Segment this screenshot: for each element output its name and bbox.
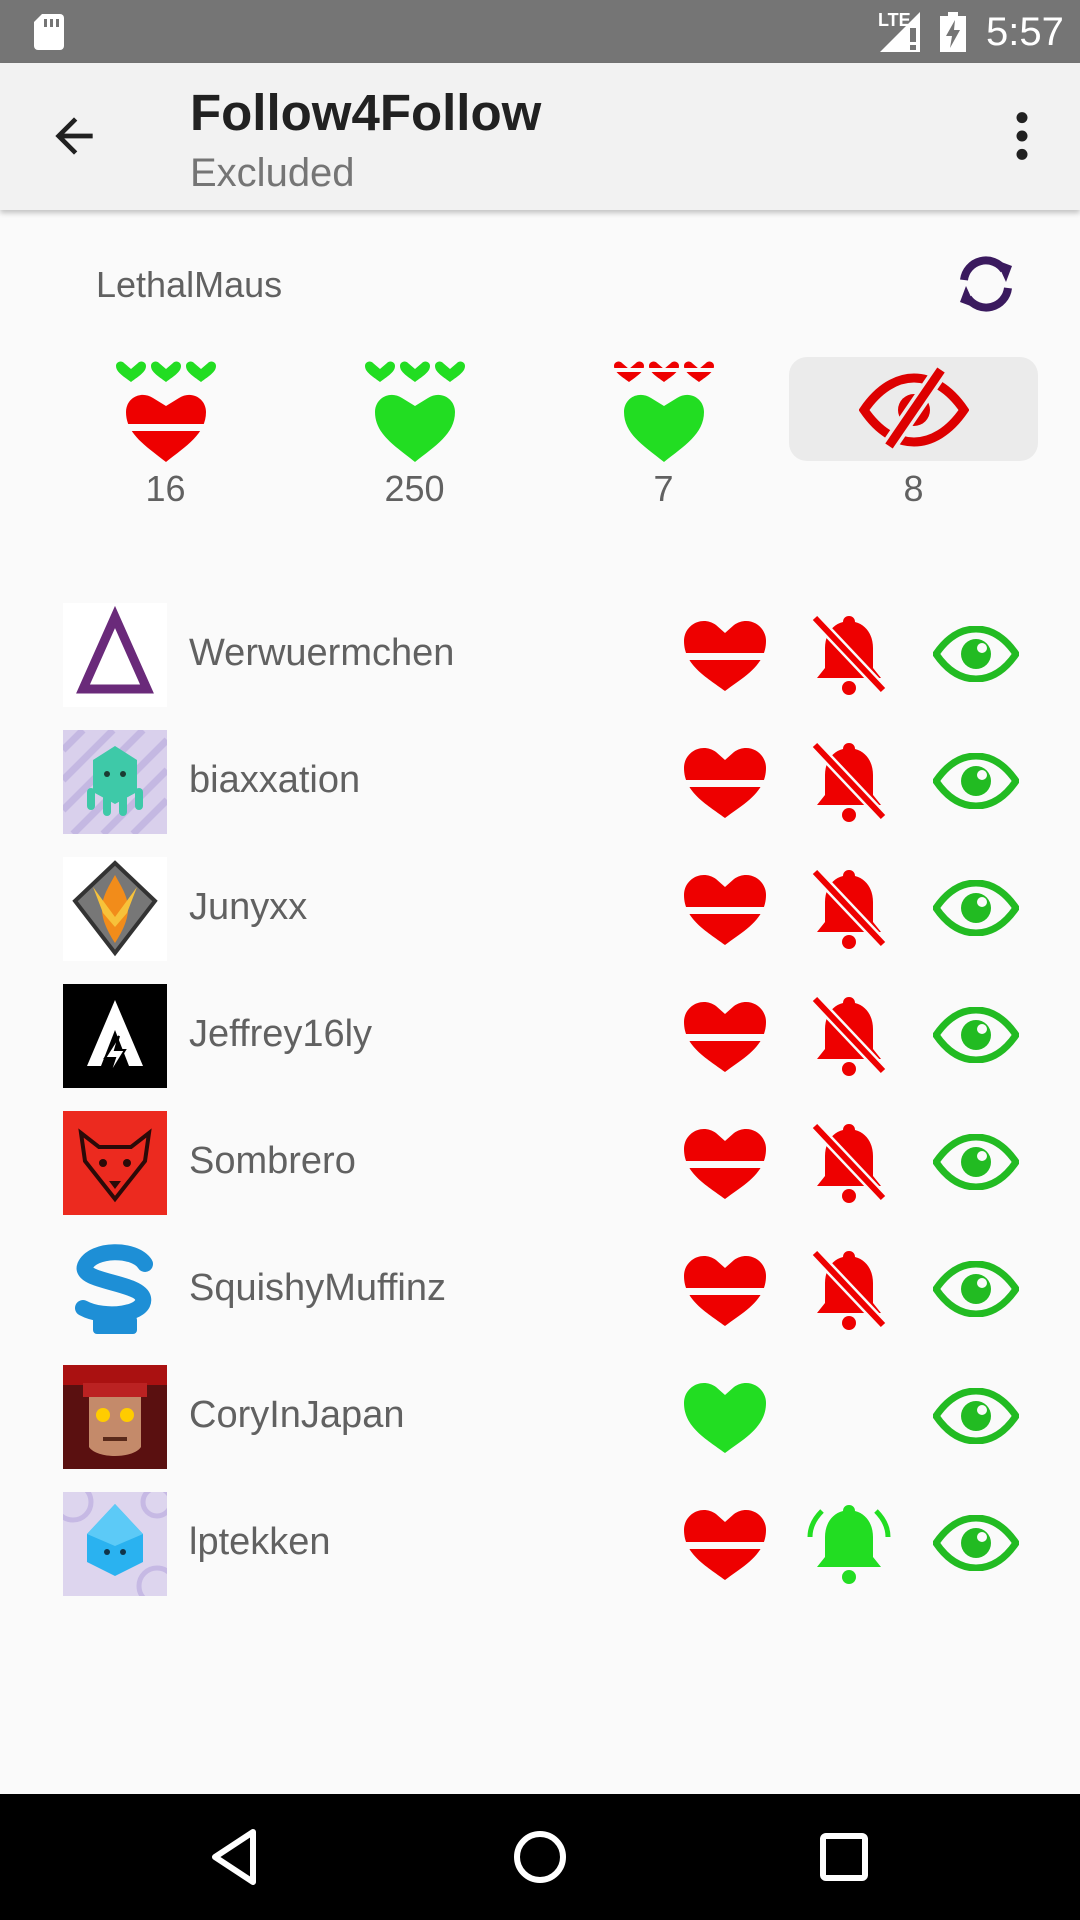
network-type: LTE [878,10,911,30]
home-circle-icon[interactable] [507,1824,573,1890]
eye-off-icon [858,365,969,451]
red-heart-icon [682,874,768,945]
red-heart-three-green-hearts-icon [115,361,216,462]
eye-icon [933,626,1019,682]
avatar [63,1111,167,1215]
hide-user-button[interactable] [926,1493,1026,1593]
red-heart-icon [682,1255,768,1326]
notifications-toggle[interactable] [799,858,899,958]
list-item[interactable]: lptekken [0,1481,1080,1608]
user-name: Junyxx [189,886,308,928]
back-arrow-icon[interactable] [46,108,102,164]
back-triangle-icon[interactable] [203,1824,269,1890]
stat-mutual[interactable]: 250 [290,350,539,520]
avatar [63,1238,167,1342]
clock: 5:57 [986,10,1064,54]
eye-icon [933,880,1019,936]
list-item[interactable]: biaxxation [0,719,1080,846]
list-item[interactable]: Sombrero [0,1100,1080,1227]
bell-off-icon [811,741,887,822]
eye-icon [933,1134,1019,1190]
stat-count: 16 [145,468,186,509]
hide-user-button[interactable] [926,1112,1026,1212]
bell-off-icon [811,614,887,695]
bell-off-icon [811,995,887,1076]
stat-count: 8 [903,468,924,509]
bell-off-icon [811,868,887,949]
stats-row: 16 250 7 8 [0,350,1080,520]
hide-user-button[interactable] [926,1239,1026,1339]
user-name: CoryInJapan [189,1394,405,1436]
notifications-toggle[interactable] [799,731,899,831]
avatar [63,1492,167,1596]
unfollow-button[interactable] [675,604,775,704]
notifications-toggle[interactable] [799,1112,899,1212]
user-name: Jeffrey16ly [189,1013,373,1055]
notifications-toggle[interactable] [799,1493,899,1593]
list-item[interactable]: Junyxx [0,846,1080,973]
user-name: lptekken [189,1521,331,1563]
green-heart-three-green-hearts-icon [364,361,465,462]
navigation-bar [0,1794,1080,1920]
stat-followers-not-followed[interactable]: 16 [41,350,290,520]
eye-icon [933,1515,1019,1571]
red-heart-icon [682,1509,768,1580]
stat-count: 7 [653,468,674,509]
hide-user-button[interactable] [926,985,1026,1085]
stat-count: 250 [384,468,445,509]
eye-icon [933,1261,1019,1317]
app-bar: Follow4Follow Excluded [0,63,1080,210]
unfollow-button[interactable] [675,1493,775,1593]
bell-off-icon [811,1122,887,1203]
user-name: Werwuermchen [189,632,455,674]
eye-icon [933,1388,1019,1444]
battery-charging-icon [940,12,966,52]
sd-card-icon [34,14,64,50]
avatar [63,603,167,707]
notifications-toggle[interactable] [799,1239,899,1339]
page-title: Follow4Follow [190,84,542,141]
recents-square-icon[interactable] [811,1824,877,1890]
green-heart-icon [684,1382,766,1453]
avatar [63,730,167,834]
follow-status-button[interactable] [675,1366,775,1466]
account-name: LethalMaus [96,264,283,305]
hide-user-button[interactable] [926,1366,1026,1466]
user-name: SquishyMuffinz [189,1267,446,1309]
notifications-toggle[interactable] [799,604,899,704]
unfollow-button[interactable] [675,731,775,831]
unfollow-button[interactable] [675,1112,775,1212]
green-heart-three-red-hearts-icon [608,361,719,462]
list-item[interactable]: Jeffrey16ly [0,973,1080,1100]
avatar [63,984,167,1088]
list-item[interactable]: Werwuermchen [0,592,1080,719]
stat-following-not-followers[interactable]: 7 [539,350,788,520]
unfollow-button[interactable] [675,858,775,958]
eye-icon [933,1007,1019,1063]
bell-ringing-icon [807,1505,891,1584]
red-heart-icon [682,620,768,691]
more-vert-icon[interactable] [1000,108,1044,164]
hide-user-button[interactable] [926,731,1026,831]
red-heart-icon [682,1001,768,1072]
refresh-icon[interactable] [946,244,1026,324]
eye-icon [933,753,1019,809]
avatar [63,1365,167,1469]
page-subtitle: Excluded [190,151,355,195]
user-name: biaxxation [189,759,361,801]
status-bar: LTE 5:57 [0,0,1080,63]
list-item[interactable]: CoryInJapan [0,1354,1080,1481]
bell-off-icon [811,1249,887,1330]
hide-user-button[interactable] [926,858,1026,958]
unfollow-button[interactable] [675,1239,775,1339]
hide-user-button[interactable] [926,604,1026,704]
red-heart-icon [682,1128,768,1199]
unfollow-button[interactable] [675,985,775,1085]
notifications-toggle[interactable] [799,985,899,1085]
red-heart-icon [682,747,768,818]
list-item[interactable]: SquishyMuffinz [0,1227,1080,1354]
avatar [63,857,167,961]
user-name: Sombrero [189,1140,356,1182]
stat-excluded[interactable]: 8 [789,350,1038,520]
